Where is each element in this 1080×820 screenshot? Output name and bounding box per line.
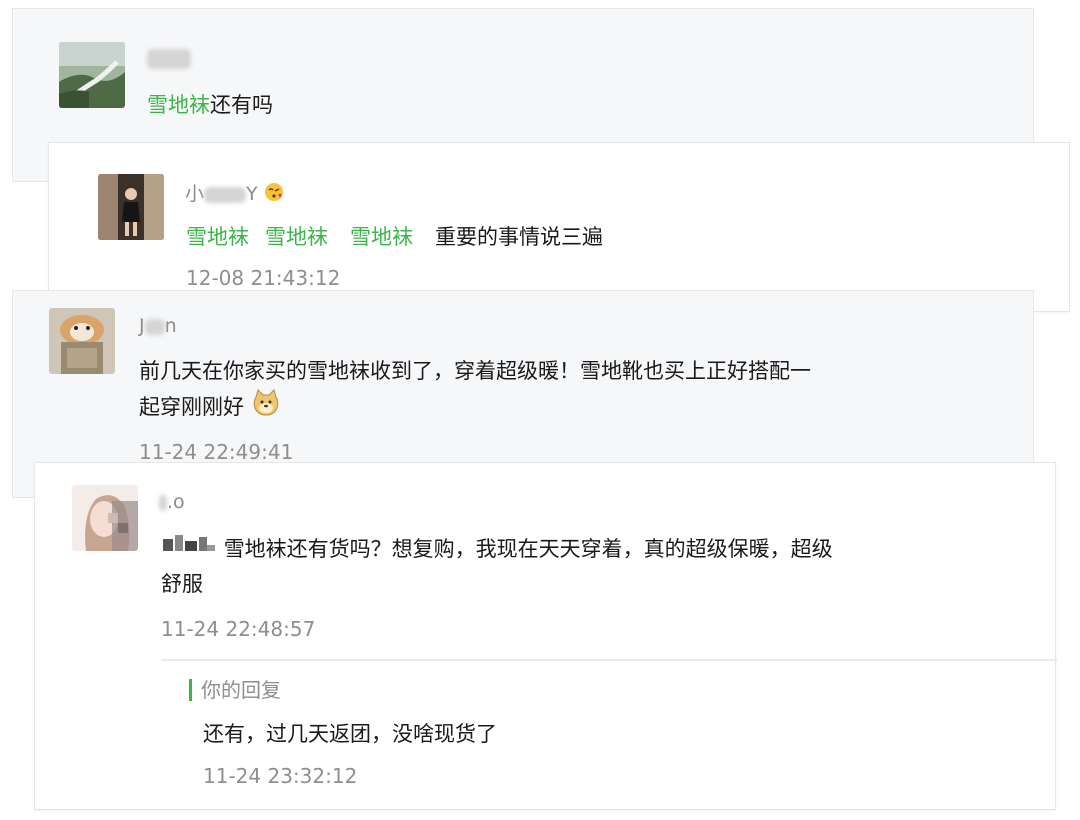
name-visible-part: n (164, 315, 177, 337)
message-line: 雪地袜还有货吗？想复购，我现在天天穿着，真的超级保暖，超级 (223, 537, 833, 561)
avatar[interactable] (98, 174, 164, 240)
commenter-name: 小Y (185, 179, 284, 207)
name-visible-part: Y (246, 183, 258, 205)
keyword-highlight: 雪地袜 (186, 225, 249, 249)
avatar-image (49, 308, 115, 374)
comment-message: 雪地袜还有吗 (147, 88, 273, 122)
message-text: 还有吗 (210, 93, 273, 117)
comment-message: 雪地袜还有货吗？想复购，我现在天天穿着，真的超级保暖，超级 舒服 (161, 532, 941, 601)
avatar-image (98, 174, 164, 240)
message-text: 重要的事情说三遍 (435, 225, 603, 249)
comment-message: 雪地袜 雪地袜 雪地袜 重要的事情说三遍 (186, 220, 603, 254)
message-line: 起穿刚刚好 (139, 395, 244, 419)
comment-message: 前几天在你家买的雪地袜收到了，穿着超级暖！雪地靴也买上正好搭配一 起穿刚刚好 (139, 354, 919, 428)
message-line: 前几天在你家买的雪地袜收到了，穿着超级暖！雪地靴也买上正好搭配一 (139, 359, 811, 383)
comment-timestamp: 11-24 22:48:57 (161, 617, 316, 641)
kiss-face-emoji (264, 182, 284, 207)
keyword-highlight: 雪地袜 (350, 225, 413, 249)
comment-timestamp: 11-24 22:49:41 (139, 440, 294, 464)
comment-card: 小Y 雪地袜 雪地袜 雪地袜 重要的事情说三遍 12-08 21:43:12 (48, 142, 1070, 312)
avatar[interactable] (49, 308, 115, 374)
avatar[interactable] (59, 42, 125, 108)
keyword-highlight: 雪地袜 (147, 93, 210, 117)
comment-timestamp: 12-08 21:43:12 (186, 266, 341, 290)
keyword-highlight: 雪地袜 (265, 225, 328, 249)
merchant-reply: 你的回复 还有，过几天返团，没啥现货了 11-24 23:32:12 (161, 659, 1057, 812)
message-line: 舒服 (161, 572, 203, 596)
commenter-name: .o (159, 491, 185, 513)
reply-message: 还有，过几天返团，没啥现货了 (203, 722, 497, 746)
name-visible-part: .o (167, 491, 185, 513)
avatar-image (59, 42, 125, 108)
name-visible-part: 小 (185, 183, 205, 205)
doge-emoji (251, 388, 281, 428)
reply-timestamp: 11-24 23:32:12 (203, 764, 358, 788)
reply-label: 你的回复 (189, 679, 281, 701)
comment-card: .o 雪地袜还有货吗？想复购，我现在天天穿着，真的超级保暖，超级 舒服 11-2… (34, 462, 1057, 812)
avatar[interactable] (72, 485, 138, 551)
name-visible-part: J (139, 315, 145, 337)
avatar-image (72, 485, 138, 551)
blurred-emoji (161, 533, 217, 567)
commenter-name: Jn (139, 315, 177, 337)
commenter-name (147, 47, 191, 69)
